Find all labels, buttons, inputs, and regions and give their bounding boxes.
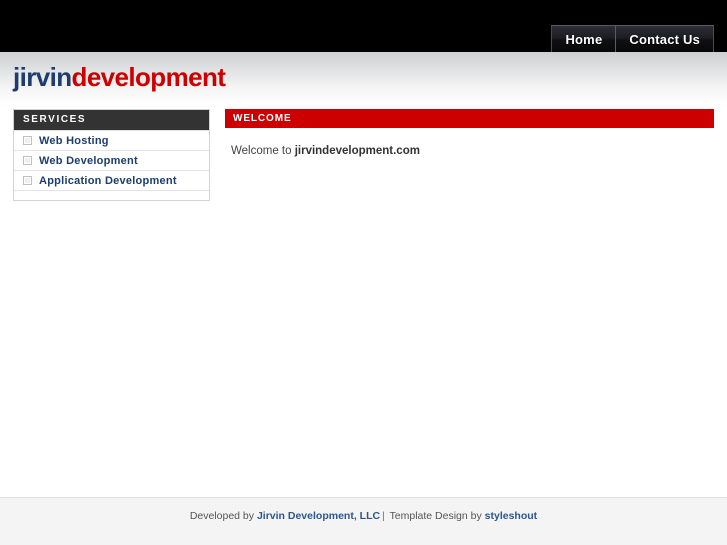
footer-link-jirvin-development[interactable]: Jirvin Development, LLC [257, 510, 380, 522]
main-navigation: Home Contact Us [551, 25, 714, 52]
main-panel: WELCOME Welcome to jirvindevelopment.com [225, 109, 714, 159]
sidebar-item-label: Application Development [39, 174, 177, 187]
sidebar-item-web-development[interactable]: Web Development [14, 150, 209, 170]
site-logo[interactable]: jirvindevelopment [13, 62, 226, 92]
content-area: SERVICES Web Hosting Web Development App… [0, 109, 727, 497]
sidebar-item-application-development[interactable]: Application Development [14, 170, 209, 190]
sidebar-panel-footer [14, 190, 209, 200]
checkbox-square-icon [23, 156, 32, 165]
nav-item-home[interactable]: Home [552, 26, 615, 52]
footer-credits: Developed by Jirvin Development, LLC | Te… [0, 510, 727, 522]
logo-text-primary: jirvin [13, 62, 72, 92]
page-footer: Developed by Jirvin Development, LLC | Te… [0, 497, 727, 545]
sidebar-title: SERVICES [14, 110, 209, 130]
sidebar-services-panel: SERVICES Web Hosting Web Development App… [13, 109, 210, 201]
footer-separator: | [382, 510, 385, 522]
main-panel-title: WELCOME [225, 109, 714, 128]
header-band: jirvindevelopment [0, 52, 727, 109]
sidebar-item-web-hosting[interactable]: Web Hosting [14, 130, 209, 150]
checkbox-square-icon [23, 176, 32, 185]
checkbox-square-icon [23, 136, 32, 145]
footer-prefix: Developed by [189, 510, 257, 522]
sidebar-item-label: Web Development [39, 154, 138, 167]
sidebar-item-label: Web Hosting [39, 134, 109, 147]
logo-text-secondary: development [71, 62, 226, 92]
footer-middle-text: Template Design by [386, 510, 485, 522]
main-panel-body: Welcome to jirvindevelopment.com [225, 128, 714, 159]
top-black-bar: Home Contact Us [0, 0, 727, 52]
welcome-message-prefix: Welcome to [231, 145, 295, 157]
welcome-message: Welcome to jirvindevelopment.com [231, 143, 714, 159]
nav-item-contact-us[interactable]: Contact Us [615, 26, 713, 52]
footer-link-styleshout[interactable]: styleshout [485, 510, 538, 522]
welcome-message-domain: jirvindevelopment.com [294, 145, 420, 157]
